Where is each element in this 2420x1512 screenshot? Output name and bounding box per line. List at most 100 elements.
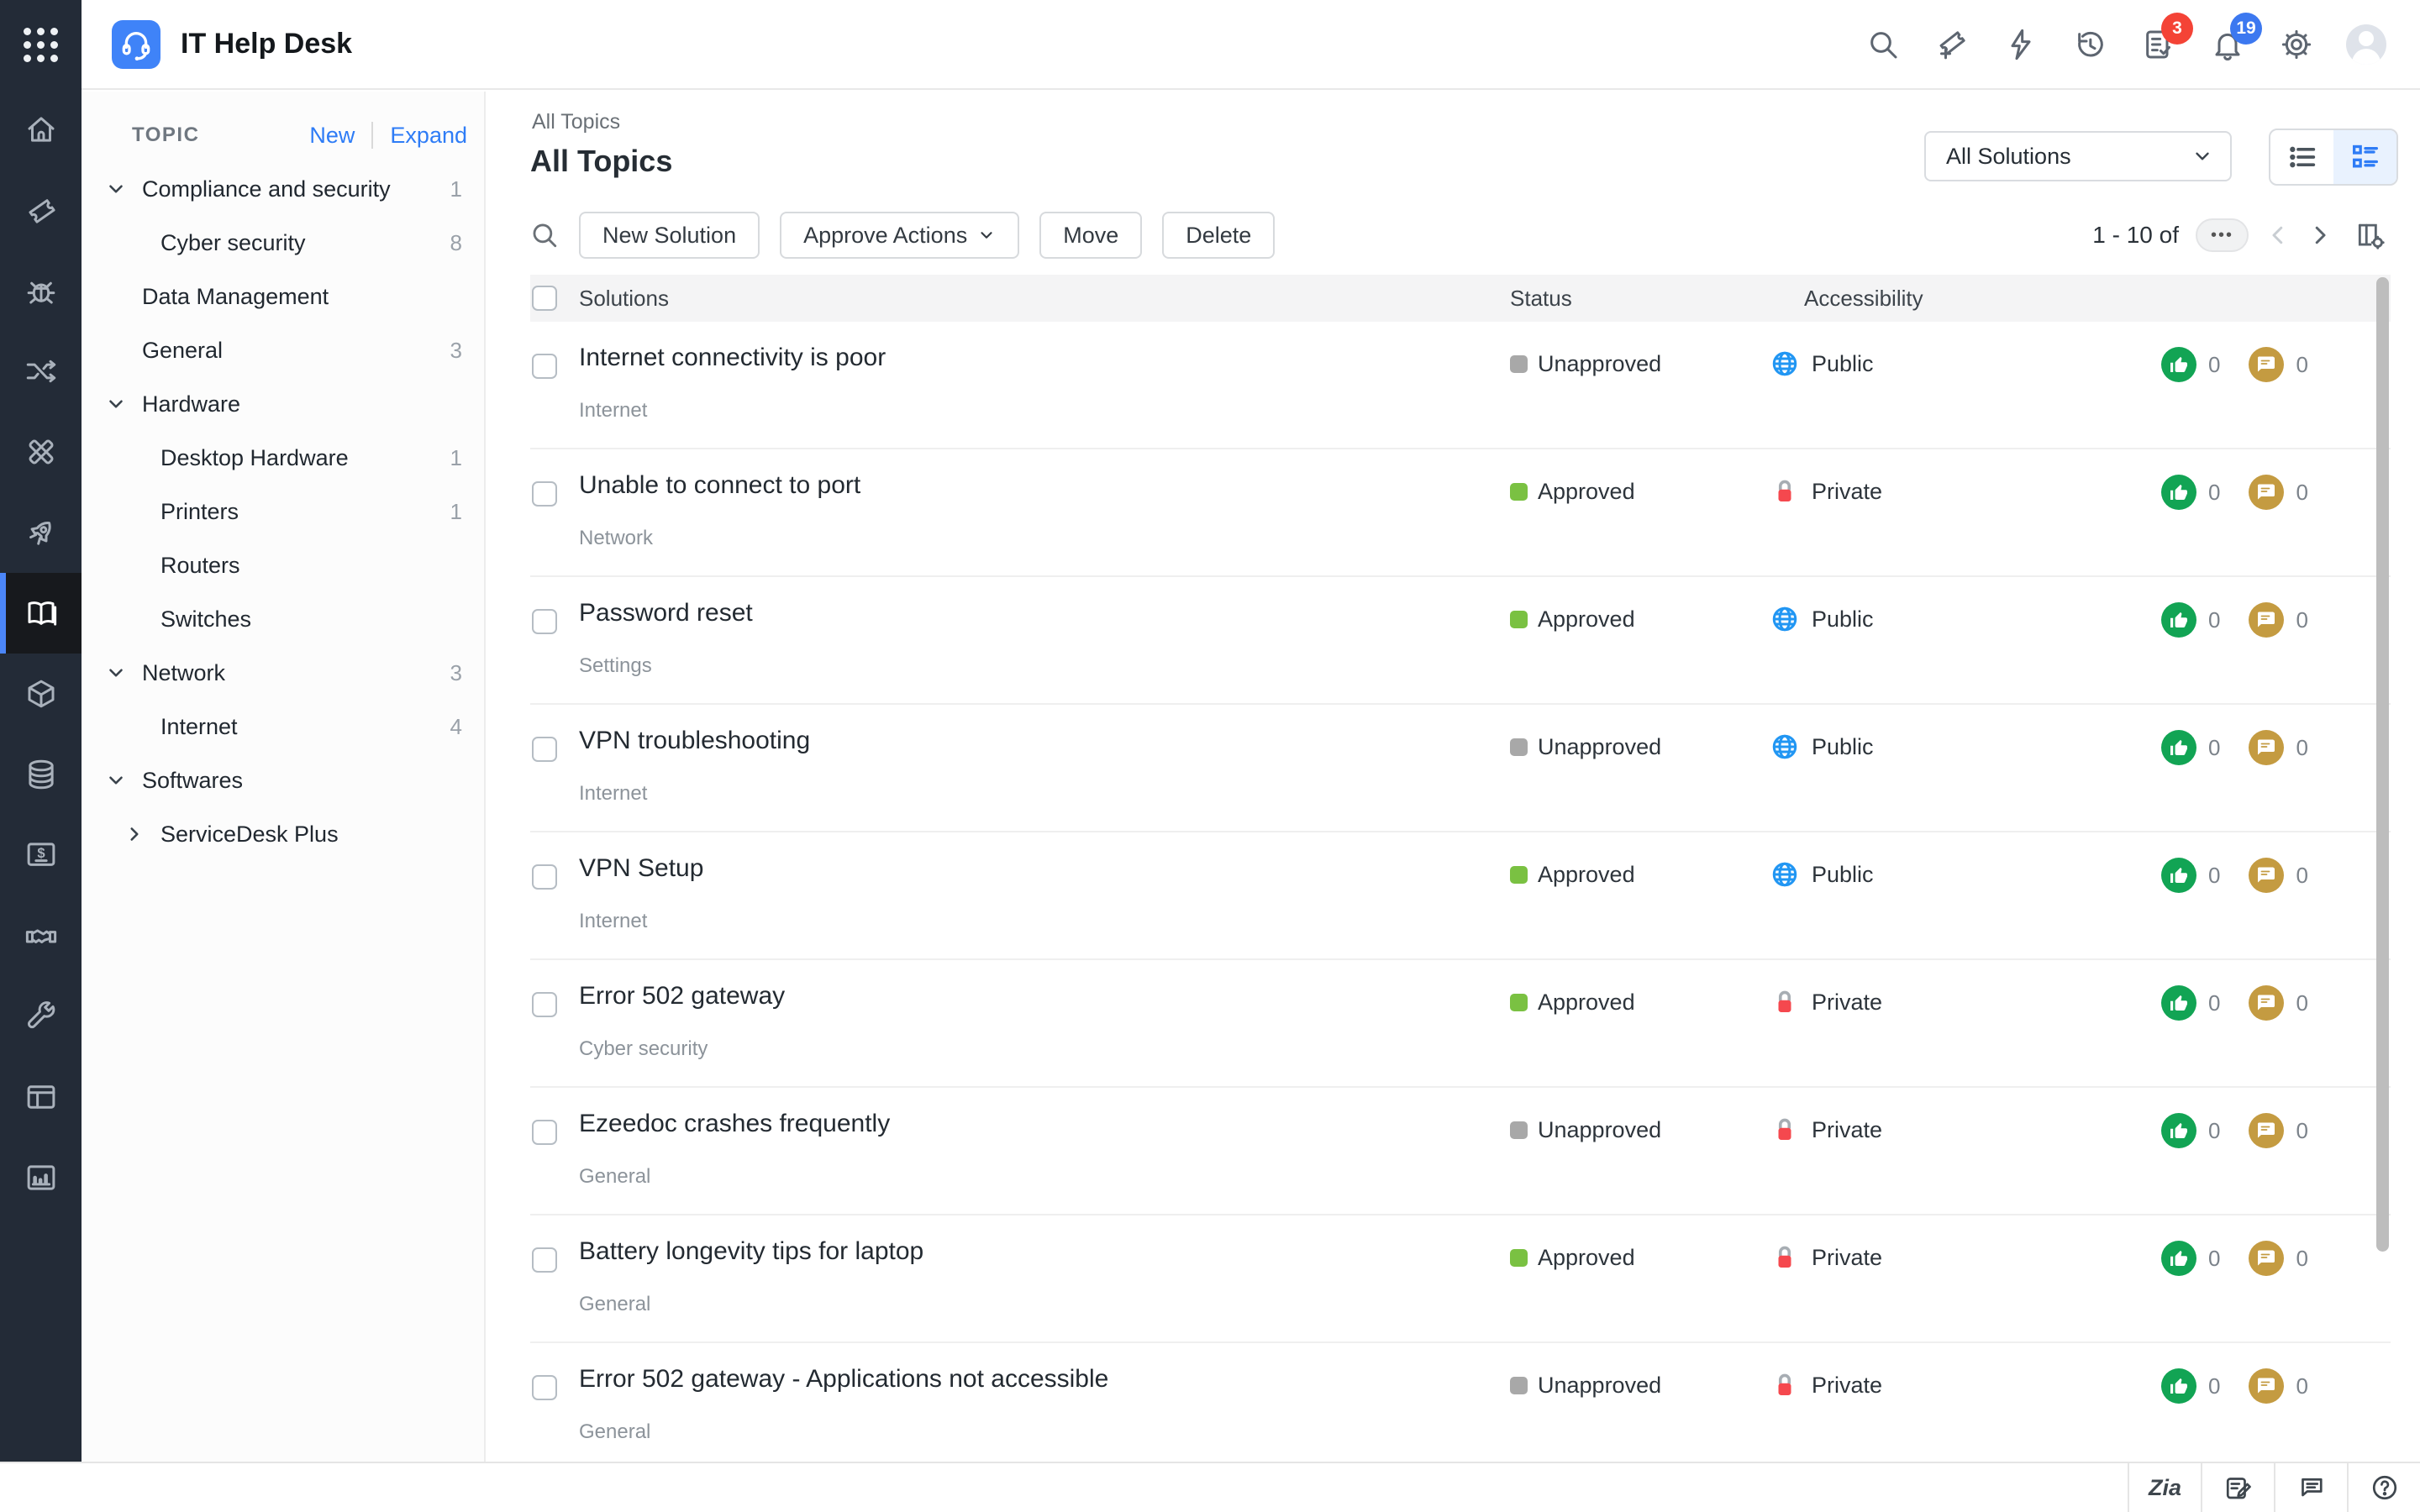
topic-item[interactable]: Compliance and security 1 xyxy=(82,162,484,216)
chevron-icon[interactable] xyxy=(105,178,127,200)
column-header-status[interactable]: Status xyxy=(1510,275,1572,322)
next-page-button[interactable] xyxy=(2307,223,2333,248)
topic-item[interactable]: Data Management xyxy=(82,270,484,323)
compose-button[interactable] xyxy=(2201,1463,2274,1512)
topic-item[interactable]: Printers 1 xyxy=(82,485,484,538)
like-button[interactable] xyxy=(2161,730,2196,765)
help-button[interactable] xyxy=(2347,1463,2420,1512)
comment-button[interactable] xyxy=(2249,858,2285,893)
comment-button[interactable] xyxy=(2249,1113,2285,1148)
solution-title[interactable]: Password reset xyxy=(579,599,753,627)
topic-item[interactable]: Internet 4 xyxy=(82,700,484,753)
expand-topics-link[interactable]: Expand xyxy=(390,123,467,149)
pagination-more[interactable]: ••• xyxy=(2195,218,2249,252)
avatar[interactable] xyxy=(2346,24,2386,65)
row-checkbox[interactable] xyxy=(532,354,557,379)
scrollbar-thumb[interactable] xyxy=(2376,277,2389,1252)
like-button[interactable] xyxy=(2161,1241,2196,1276)
solution-title[interactable]: VPN Setup xyxy=(579,854,703,883)
like-button[interactable] xyxy=(2161,985,2196,1021)
rail-item-admin[interactable] xyxy=(0,976,82,1057)
solution-title[interactable]: Unable to connect to port xyxy=(579,471,860,500)
solution-title[interactable]: Error 502 gateway xyxy=(579,982,785,1011)
prev-page-button[interactable] xyxy=(2265,223,2291,248)
comment-button[interactable] xyxy=(2249,475,2285,510)
comment-button[interactable] xyxy=(2249,347,2285,382)
rail-item-solutions[interactable] xyxy=(0,573,82,654)
approvals-icon[interactable]: 3 xyxy=(2139,12,2193,64)
comment-button[interactable] xyxy=(2249,602,2285,638)
rail-item-bugs[interactable] xyxy=(0,250,82,331)
delete-button[interactable]: Delete xyxy=(1162,212,1276,259)
comment-button[interactable] xyxy=(2249,1241,2285,1276)
row-checkbox[interactable] xyxy=(532,609,557,634)
list-view-button[interactable] xyxy=(2270,130,2333,184)
comment-button[interactable] xyxy=(2249,985,2285,1021)
chevron-icon[interactable] xyxy=(105,393,127,415)
new-topic-link[interactable]: New xyxy=(309,123,355,149)
app-launcher-icon[interactable] xyxy=(0,0,82,89)
rail-item-home[interactable] xyxy=(0,89,82,170)
solutions-filter-select[interactable]: All Solutions xyxy=(1924,131,2232,181)
zia-button[interactable]: Zia xyxy=(2128,1463,2201,1512)
rail-item-tickets[interactable] xyxy=(0,170,82,250)
solution-title[interactable]: VPN troubleshooting xyxy=(579,727,810,755)
comment-button[interactable] xyxy=(2249,1368,2285,1404)
rail-item-changes[interactable] xyxy=(0,331,82,412)
rail-item-reports[interactable] xyxy=(0,1137,82,1218)
settings-icon[interactable] xyxy=(2277,25,2316,64)
row-checkbox[interactable] xyxy=(532,1375,557,1400)
like-button[interactable] xyxy=(2161,602,2196,638)
like-button[interactable] xyxy=(2161,858,2196,893)
rail-item-cmdb[interactable] xyxy=(0,734,82,815)
notifications-icon[interactable]: 19 xyxy=(2208,12,2262,64)
topic-item[interactable]: Switches xyxy=(82,592,484,646)
rail-item-assets[interactable] xyxy=(0,654,82,734)
history-icon[interactable] xyxy=(2070,25,2109,64)
chevron-icon[interactable] xyxy=(105,662,127,684)
approve-actions-button[interactable]: Approve Actions xyxy=(780,212,1020,259)
topic-item[interactable]: ServiceDesk Plus xyxy=(82,807,484,861)
topic-item[interactable]: Hardware xyxy=(82,377,484,431)
rail-item-contracts[interactable] xyxy=(0,895,82,976)
new-solution-button[interactable]: New Solution xyxy=(579,212,760,259)
solution-title[interactable]: Internet connectivity is poor xyxy=(579,344,886,372)
topic-item[interactable]: General 3 xyxy=(82,323,484,377)
column-settings-icon[interactable] xyxy=(2354,219,2386,251)
column-header-solutions[interactable]: Solutions xyxy=(579,275,669,322)
solution-title[interactable]: Ezeedoc crashes frequently xyxy=(579,1110,890,1138)
topic-item[interactable]: Cyber security 8 xyxy=(82,216,484,270)
like-button[interactable] xyxy=(2161,1113,2196,1148)
move-button[interactable]: Move xyxy=(1039,212,1143,259)
quick-actions-icon[interactable] xyxy=(2002,25,2040,64)
select-all-checkbox[interactable] xyxy=(532,286,557,311)
like-button[interactable] xyxy=(2161,1368,2196,1404)
row-checkbox[interactable] xyxy=(532,1120,557,1145)
comment-button[interactable] xyxy=(2249,730,2285,765)
row-checkbox[interactable] xyxy=(532,992,557,1017)
row-checkbox[interactable] xyxy=(532,737,557,762)
rail-item-purchases[interactable]: $ xyxy=(0,815,82,895)
like-button[interactable] xyxy=(2161,347,2196,382)
topic-item[interactable]: Network 3 xyxy=(82,646,484,700)
chevron-icon[interactable] xyxy=(124,823,145,845)
row-checkbox[interactable] xyxy=(532,864,557,890)
feedback-button[interactable] xyxy=(2274,1463,2347,1512)
solution-title[interactable]: Battery longevity tips for laptop xyxy=(579,1237,923,1266)
row-checkbox[interactable] xyxy=(532,481,557,507)
breadcrumb[interactable]: All Topics xyxy=(532,110,620,134)
column-header-accessibility[interactable]: Accessibility xyxy=(1804,275,1923,322)
rail-item-projects[interactable] xyxy=(0,412,82,492)
chevron-icon[interactable] xyxy=(105,769,127,791)
search-icon[interactable] xyxy=(1864,25,1902,64)
new-ticket-icon[interactable] xyxy=(1933,25,1971,64)
topic-item[interactable]: Desktop Hardware 1 xyxy=(82,431,484,485)
topic-item[interactable]: Routers xyxy=(82,538,484,592)
row-checkbox[interactable] xyxy=(532,1247,557,1273)
solution-title[interactable]: Error 502 gateway - Applications not acc… xyxy=(579,1365,1108,1394)
topic-item[interactable]: Softwares xyxy=(82,753,484,807)
rail-item-custom-views[interactable] xyxy=(0,1057,82,1137)
like-button[interactable] xyxy=(2161,475,2196,510)
detail-view-button[interactable] xyxy=(2333,130,2396,184)
list-search-icon[interactable] xyxy=(530,221,559,249)
